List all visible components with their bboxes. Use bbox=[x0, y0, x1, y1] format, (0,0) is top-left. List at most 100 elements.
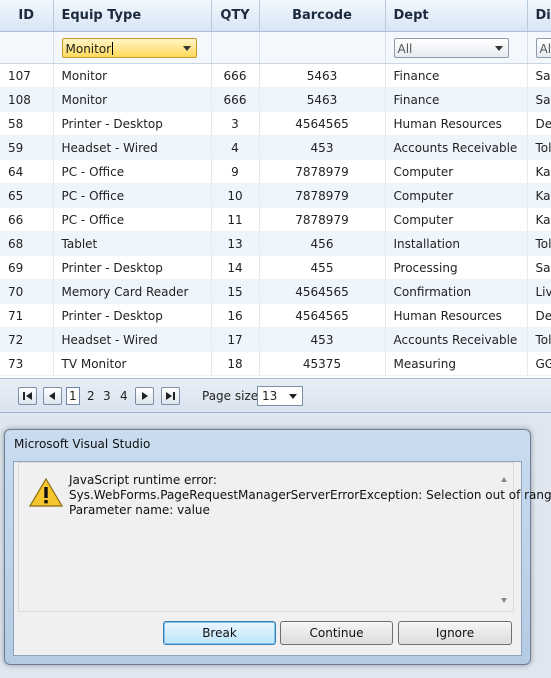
text-caret bbox=[112, 41, 114, 55]
cell-dept: Installation bbox=[385, 231, 528, 256]
page-link-1[interactable]: 1 bbox=[66, 387, 80, 405]
table-row[interactable]: 71 Printer - Desktop 16 4564565 Human Resour… bbox=[0, 303, 551, 328]
last-page-icon bbox=[166, 392, 172, 400]
cell-dept: Computer bbox=[385, 159, 528, 184]
column-header-barcode[interactable]: Barcode bbox=[259, 0, 386, 32]
table-row[interactable]: 64PC - Office97878979ComputerKal bbox=[0, 159, 551, 184]
filter-cell-equip-type: Monitor bbox=[53, 31, 212, 64]
page-link-4[interactable]: 4 bbox=[120, 388, 128, 404]
chevron-down-icon bbox=[289, 394, 297, 399]
cell-id: 66 bbox=[0, 207, 54, 232]
dept-filter-dropdown[interactable]: All bbox=[393, 37, 509, 58]
page-size-dropdown[interactable]: 13 bbox=[257, 386, 303, 406]
cell-id: 71 bbox=[0, 303, 54, 328]
error-message-line-3: Parameter name: value bbox=[69, 503, 210, 517]
cell-id: 69 bbox=[0, 255, 54, 280]
previous-page-button[interactable] bbox=[43, 387, 62, 405]
grid-table: ID Equip Type QTY Barcode Dept Div Monit… bbox=[0, 0, 551, 376]
cell-qty: 16 bbox=[211, 303, 260, 328]
warning-icon bbox=[29, 478, 63, 507]
cell-equip-type: Headset - Wired bbox=[53, 327, 212, 352]
cell-id: 72 bbox=[0, 327, 54, 352]
last-page-button[interactable] bbox=[161, 387, 180, 405]
cell-div: Sag bbox=[527, 87, 551, 112]
previous-page-icon bbox=[49, 392, 55, 400]
page-size-label: Page size: bbox=[202, 389, 263, 403]
cell-qty: 666 bbox=[211, 63, 260, 88]
table-row[interactable]: 73TV Monitor1845375MeasuringGG bbox=[0, 351, 551, 376]
page-size-value: 13 bbox=[262, 389, 278, 403]
cell-id: 107 bbox=[0, 63, 54, 88]
column-header-qty[interactable]: QTY bbox=[211, 0, 260, 32]
table-row[interactable]: 70 Memory Card Reader 15 4564565 Confirmatio… bbox=[0, 279, 551, 304]
grid-pager: 1 2 3 4 Page size: 13 bbox=[0, 378, 551, 412]
cell-qty: 9 bbox=[211, 159, 260, 184]
cell-equip-type: Tablet bbox=[53, 231, 212, 256]
table-row[interactable]: 59 Headset - Wired 4 453 Accounts Receivable… bbox=[0, 135, 551, 160]
scroll-up-icon[interactable] bbox=[501, 477, 507, 482]
column-header-equip-type[interactable]: Equip Type bbox=[53, 0, 212, 32]
page-link-3[interactable]: 3 bbox=[103, 388, 111, 404]
column-header-id[interactable]: ID bbox=[0, 0, 54, 32]
cell-div: Kal bbox=[527, 207, 551, 232]
table-row[interactable]: 69Printer - Desktop14455ProcessingSag bbox=[0, 255, 551, 280]
cell-barcode: 7878979 bbox=[259, 183, 386, 208]
cell-id: 65 bbox=[0, 183, 54, 208]
cell-dept: Measuring bbox=[385, 351, 528, 376]
first-page-button[interactable] bbox=[18, 387, 37, 405]
table-row[interactable]: 72 Headset - Wired 17 453 Accounts Receivabl… bbox=[0, 327, 551, 352]
div-filter-dropdown[interactable]: All bbox=[535, 37, 551, 58]
error-message-line-1: JavaScript runtime error: bbox=[69, 473, 217, 487]
cell-barcode: 4564565 bbox=[259, 279, 386, 304]
table-row[interactable]: 68 Tablet 13 456 Installation Tol bbox=[0, 231, 551, 256]
cell-equip-type: Headset - Wired bbox=[53, 135, 212, 160]
error-message-line-2: Sys.WebForms.PageRequestManagerServerErr… bbox=[69, 488, 551, 502]
cell-dept: Computer bbox=[385, 207, 528, 232]
page-link-2[interactable]: 2 bbox=[87, 388, 95, 404]
cell-qty: 3 bbox=[211, 111, 260, 136]
cell-equip-type: PC - Office bbox=[53, 159, 212, 184]
cell-qty: 18 bbox=[211, 351, 260, 376]
column-header-div[interactable]: Div bbox=[527, 0, 551, 32]
ignore-button[interactable]: Ignore bbox=[398, 621, 512, 645]
cell-barcode: 4564565 bbox=[259, 111, 386, 136]
cell-id: 64 bbox=[0, 159, 54, 184]
cell-barcode: 456 bbox=[259, 231, 386, 256]
cell-dept: Human Resources bbox=[385, 303, 528, 328]
cell-equip-type: Monitor bbox=[53, 87, 212, 112]
equipment-grid: ID Equip Type QTY Barcode Dept Div Monit… bbox=[0, 0, 551, 413]
continue-button[interactable]: Continue bbox=[280, 621, 393, 645]
error-message: JavaScript runtime error: Sys.WebForms.P… bbox=[69, 473, 551, 518]
cell-div: Det bbox=[527, 111, 551, 136]
column-header-dept[interactable]: Dept bbox=[385, 0, 528, 32]
cell-dept: Processing bbox=[385, 255, 528, 280]
cell-barcode: 455 bbox=[259, 255, 386, 280]
cell-dept: Accounts Receivable bbox=[385, 135, 528, 160]
cell-equip-type: Printer - Desktop bbox=[53, 303, 212, 328]
scroll-down-icon[interactable] bbox=[501, 598, 507, 603]
cell-barcode: 453 bbox=[259, 327, 386, 352]
break-button[interactable]: Break bbox=[163, 621, 276, 645]
cell-id: 58 bbox=[0, 111, 54, 136]
table-row[interactable]: 66PC - Office117878979ComputerKal bbox=[0, 207, 551, 232]
cell-div: Tol bbox=[527, 231, 551, 256]
grid-body: 107Monitor6665463FinanceSag 108Monitor66… bbox=[0, 63, 551, 376]
table-row[interactable]: 58 Printer - Desktop 3 4564565 Human Resourc… bbox=[0, 111, 551, 136]
cell-div: Det bbox=[527, 303, 551, 328]
equip-type-filter-dropdown[interactable]: Monitor bbox=[61, 37, 197, 58]
cell-qty: 13 bbox=[211, 231, 260, 256]
equip-type-filter-value: Monitor bbox=[65, 41, 112, 56]
cell-qty: 4 bbox=[211, 135, 260, 160]
filter-cell-id bbox=[0, 31, 54, 64]
next-page-button[interactable] bbox=[135, 387, 154, 405]
message-scrollbar[interactable] bbox=[497, 463, 513, 611]
cell-id: 59 bbox=[0, 135, 54, 160]
table-row[interactable]: 108Monitor6665463FinanceSag bbox=[0, 87, 551, 112]
dialog-title: Microsoft Visual Studio bbox=[14, 437, 151, 451]
table-row[interactable]: 65PC - Office107878979ComputerKal bbox=[0, 183, 551, 208]
first-page-icon bbox=[26, 392, 32, 400]
filter-cell-barcode bbox=[259, 31, 386, 64]
cell-barcode: 5463 bbox=[259, 87, 386, 112]
table-row[interactable]: 107Monitor6665463FinanceSag bbox=[0, 63, 551, 88]
message-area: JavaScript runtime error: Sys.WebForms.P… bbox=[18, 462, 551, 612]
